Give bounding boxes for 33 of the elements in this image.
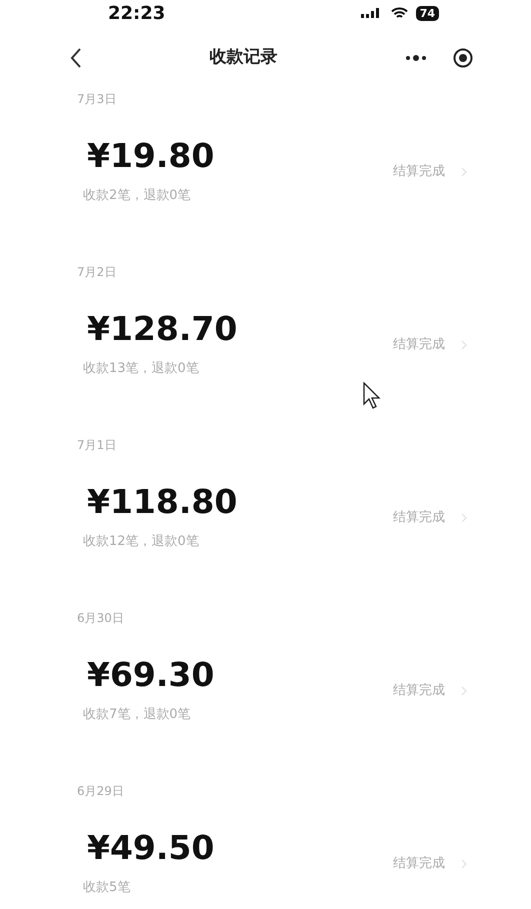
date-label: 7月1日 <box>77 437 116 454</box>
status-text: 结算完成 <box>393 163 445 181</box>
amount-text: ¥49.50 <box>87 828 214 868</box>
status-text: 结算完成 <box>393 509 445 527</box>
wifi-icon <box>390 6 408 20</box>
summary-text: 收款2笔，退款0笔 <box>83 186 191 205</box>
cursor-icon <box>363 382 381 409</box>
date-label: 6月30日 <box>77 610 124 627</box>
chevron-icon[interactable] <box>461 686 467 696</box>
summary-text: 收款12笔，退款0笔 <box>83 532 199 551</box>
date-label: 7月2日 <box>77 264 116 281</box>
date-label: 6月29日 <box>77 783 124 800</box>
more-icon[interactable] <box>405 54 427 62</box>
chevron-icon[interactable] <box>461 512 467 523</box>
status-text: 结算完成 <box>393 682 445 700</box>
amount-text: ¥118.80 <box>87 482 238 522</box>
summary-text: 收款13笔，退款0笔 <box>83 360 199 378</box>
amount-text: ¥69.30 <box>87 655 214 695</box>
chevron-icon[interactable] <box>461 858 467 869</box>
summary-text: 收款5笔 <box>83 878 130 897</box>
amount-text: ¥128.70 <box>87 309 238 349</box>
chevron-icon[interactable] <box>461 166 467 177</box>
status-text: 结算完成 <box>393 336 445 354</box>
chevron-icon[interactable] <box>461 340 467 350</box>
date-label: 7月3日 <box>77 91 116 108</box>
battery-indicator: 74 <box>416 6 439 20</box>
summary-text: 收款7笔，退款0笔 <box>83 706 191 724</box>
back-icon[interactable] <box>70 48 82 68</box>
close-icon[interactable] <box>453 48 473 68</box>
status-text: 结算完成 <box>393 855 445 873</box>
amount-text: ¥19.80 <box>87 136 214 176</box>
status-time: 22:23 <box>108 2 166 26</box>
page-title: 收款记录 <box>210 46 278 70</box>
